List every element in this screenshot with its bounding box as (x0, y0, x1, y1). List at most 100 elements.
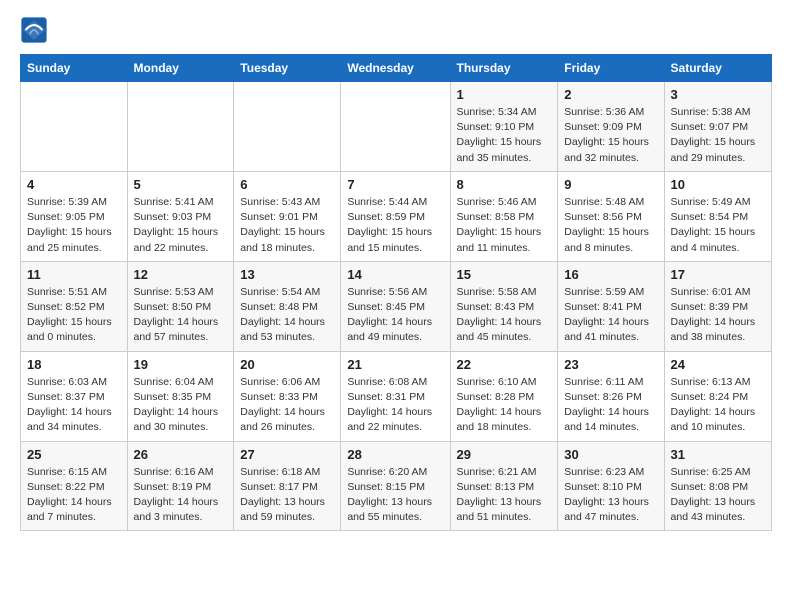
calendar-cell: 3Sunrise: 5:38 AM Sunset: 9:07 PM Daylig… (664, 82, 771, 172)
day-info: Sunrise: 6:03 AM Sunset: 8:37 PM Dayligh… (27, 375, 121, 436)
calendar-cell: 14 Sunrise: 5:56 AM Sunset: 8:45 PM Dayli… (341, 261, 450, 351)
day-info: Sunrise: 6:04 AM Sunset: 8:35 PM Dayligh… (134, 375, 228, 436)
day-info: Sunrise: 5:58 AM Sunset: 8:43 PM Dayligh… (457, 285, 552, 346)
day-number: 26 (134, 447, 228, 462)
day-number: 8 (457, 177, 552, 192)
day-number: 28 (347, 447, 443, 462)
day-info: Sunrise: 5:41 AM Sunset: 9:03 PM Dayligh… (134, 195, 228, 256)
day-info: Sunrise: 5:51 AM Sunset: 8:52 PM Dayligh… (27, 285, 121, 346)
day-info: Sunrise: 5:39 AM Sunset: 9:05 PM Dayligh… (27, 195, 121, 256)
calendar-cell: 17 Sunrise: 6:01 AM Sunset: 8:39 PM Dayli… (664, 261, 771, 351)
calendar-cell: 12 Sunrise: 5:53 AM Sunset: 8:50 PM Dayli… (127, 261, 234, 351)
calendar-cell: 2 Sunrise: 5:36 AM Sunset: 9:09 PM Daylig… (558, 82, 664, 172)
day-number: 6 (240, 177, 334, 192)
week-row-2: 4 Sunrise: 5:39 AM Sunset: 9:05 PM Daylig… (21, 171, 772, 261)
calendar-cell: 10Sunrise: 5:49 AM Sunset: 8:54 PM Dayli… (664, 171, 771, 261)
week-row-4: 18Sunrise: 6:03 AM Sunset: 8:37 PM Dayli… (21, 351, 772, 441)
day-info: Sunrise: 5:59 AM Sunset: 8:41 PM Dayligh… (564, 285, 657, 346)
day-info: Sunrise: 5:43 AM Sunset: 9:01 PM Dayligh… (240, 195, 334, 256)
calendar-cell: 9 Sunrise: 5:48 AM Sunset: 8:56 PM Daylig… (558, 171, 664, 261)
day-number: 15 (457, 267, 552, 282)
day-number: 25 (27, 447, 121, 462)
day-info: Sunrise: 5:38 AM Sunset: 9:07 PM Dayligh… (671, 105, 765, 166)
calendar-cell (234, 82, 341, 172)
day-number: 19 (134, 357, 228, 372)
calendar-cell: 7 Sunrise: 5:44 AM Sunset: 8:59 PM Daylig… (341, 171, 450, 261)
day-info: Sunrise: 6:08 AM Sunset: 8:31 PM Dayligh… (347, 375, 443, 436)
day-info: Sunrise: 6:01 AM Sunset: 8:39 PM Dayligh… (671, 285, 765, 346)
calendar-cell: 13 Sunrise: 5:54 AM Sunset: 8:48 PM Dayli… (234, 261, 341, 351)
day-info: Sunrise: 6:18 AM Sunset: 8:17 PM Dayligh… (240, 465, 334, 526)
day-number: 11 (27, 267, 121, 282)
day-number: 10 (671, 177, 765, 192)
day-number: 29 (457, 447, 552, 462)
calendar-cell: 4 Sunrise: 5:39 AM Sunset: 9:05 PM Daylig… (21, 171, 128, 261)
day-info: Sunrise: 5:48 AM Sunset: 8:56 PM Dayligh… (564, 195, 657, 256)
day-info: Sunrise: 5:46 AM Sunset: 8:58 PM Dayligh… (457, 195, 552, 256)
day-info: Sunrise: 5:44 AM Sunset: 8:59 PM Dayligh… (347, 195, 443, 256)
calendar-cell: 25 Sunrise: 6:15 AM Sunset: 8:22 PM Dayli… (21, 441, 128, 531)
calendar-cell: 18Sunrise: 6:03 AM Sunset: 8:37 PM Dayli… (21, 351, 128, 441)
day-number: 2 (564, 87, 657, 102)
day-number: 16 (564, 267, 657, 282)
day-number: 9 (564, 177, 657, 192)
calendar-table: SundayMondayTuesdayWednesdayThursdayFrid… (20, 54, 772, 531)
calendar-cell: 6 Sunrise: 5:43 AM Sunset: 9:01 PM Daylig… (234, 171, 341, 261)
day-number: 17 (671, 267, 765, 282)
day-number: 5 (134, 177, 228, 192)
day-info: Sunrise: 5:34 AM Sunset: 9:10 PM Dayligh… (457, 105, 552, 166)
calendar-cell: 8 Sunrise: 5:46 AM Sunset: 8:58 PM Daylig… (450, 171, 558, 261)
week-row-5: 25 Sunrise: 6:15 AM Sunset: 8:22 PM Dayli… (21, 441, 772, 531)
day-number: 20 (240, 357, 334, 372)
day-info: Sunrise: 6:10 AM Sunset: 8:28 PM Dayligh… (457, 375, 552, 436)
logo (20, 16, 52, 44)
calendar-cell: 19 Sunrise: 6:04 AM Sunset: 8:35 PM Dayli… (127, 351, 234, 441)
day-info: Sunrise: 5:54 AM Sunset: 8:48 PM Dayligh… (240, 285, 334, 346)
logo-icon (20, 16, 48, 44)
day-header-monday: Monday (127, 55, 234, 82)
calendar-cell: 23 Sunrise: 6:11 AM Sunset: 8:26 PM Dayli… (558, 351, 664, 441)
day-number: 1 (457, 87, 552, 102)
page-header (20, 16, 772, 44)
day-number: 12 (134, 267, 228, 282)
day-number: 24 (671, 357, 765, 372)
day-info: Sunrise: 6:20 AM Sunset: 8:15 PM Dayligh… (347, 465, 443, 526)
day-number: 4 (27, 177, 121, 192)
day-header-sunday: Sunday (21, 55, 128, 82)
day-info: Sunrise: 6:21 AM Sunset: 8:13 PM Dayligh… (457, 465, 552, 526)
day-number: 31 (671, 447, 765, 462)
calendar-cell: 15 Sunrise: 5:58 AM Sunset: 8:43 PM Dayli… (450, 261, 558, 351)
calendar-cell: 1 Sunrise: 5:34 AM Sunset: 9:10 PM Daylig… (450, 82, 558, 172)
calendar-cell: 22 Sunrise: 6:10 AM Sunset: 8:28 PM Dayli… (450, 351, 558, 441)
calendar-cell (21, 82, 128, 172)
calendar-cell: 27 Sunrise: 6:18 AM Sunset: 8:17 PM Dayli… (234, 441, 341, 531)
calendar-cell (127, 82, 234, 172)
header-row: SundayMondayTuesdayWednesdayThursdayFrid… (21, 55, 772, 82)
day-info: Sunrise: 6:06 AM Sunset: 8:33 PM Dayligh… (240, 375, 334, 436)
calendar-cell: 29 Sunrise: 6:21 AM Sunset: 8:13 PM Dayli… (450, 441, 558, 531)
day-number: 13 (240, 267, 334, 282)
day-info: Sunrise: 6:15 AM Sunset: 8:22 PM Dayligh… (27, 465, 121, 526)
day-info: Sunrise: 6:23 AM Sunset: 8:10 PM Dayligh… (564, 465, 657, 526)
calendar-cell: 16 Sunrise: 5:59 AM Sunset: 8:41 PM Dayli… (558, 261, 664, 351)
week-row-1: 1 Sunrise: 5:34 AM Sunset: 9:10 PM Daylig… (21, 82, 772, 172)
calendar-cell: 21 Sunrise: 6:08 AM Sunset: 8:31 PM Dayli… (341, 351, 450, 441)
day-info: Sunrise: 6:11 AM Sunset: 8:26 PM Dayligh… (564, 375, 657, 436)
day-info: Sunrise: 5:53 AM Sunset: 8:50 PM Dayligh… (134, 285, 228, 346)
calendar-cell: 26 Sunrise: 6:16 AM Sunset: 8:19 PM Dayli… (127, 441, 234, 531)
day-number: 23 (564, 357, 657, 372)
day-number: 22 (457, 357, 552, 372)
calendar-cell: 20 Sunrise: 6:06 AM Sunset: 8:33 PM Dayli… (234, 351, 341, 441)
day-info: Sunrise: 6:16 AM Sunset: 8:19 PM Dayligh… (134, 465, 228, 526)
day-info: Sunrise: 5:36 AM Sunset: 9:09 PM Dayligh… (564, 105, 657, 166)
day-number: 27 (240, 447, 334, 462)
day-info: Sunrise: 5:56 AM Sunset: 8:45 PM Dayligh… (347, 285, 443, 346)
day-number: 21 (347, 357, 443, 372)
day-number: 7 (347, 177, 443, 192)
calendar-cell: 30Sunrise: 6:23 AM Sunset: 8:10 PM Dayli… (558, 441, 664, 531)
day-header-friday: Friday (558, 55, 664, 82)
calendar-cell: 31Sunrise: 6:25 AM Sunset: 8:08 PM Dayli… (664, 441, 771, 531)
calendar-cell: 11 Sunrise: 5:51 AM Sunset: 8:52 PM Dayli… (21, 261, 128, 351)
day-number: 14 (347, 267, 443, 282)
week-row-3: 11 Sunrise: 5:51 AM Sunset: 8:52 PM Dayli… (21, 261, 772, 351)
